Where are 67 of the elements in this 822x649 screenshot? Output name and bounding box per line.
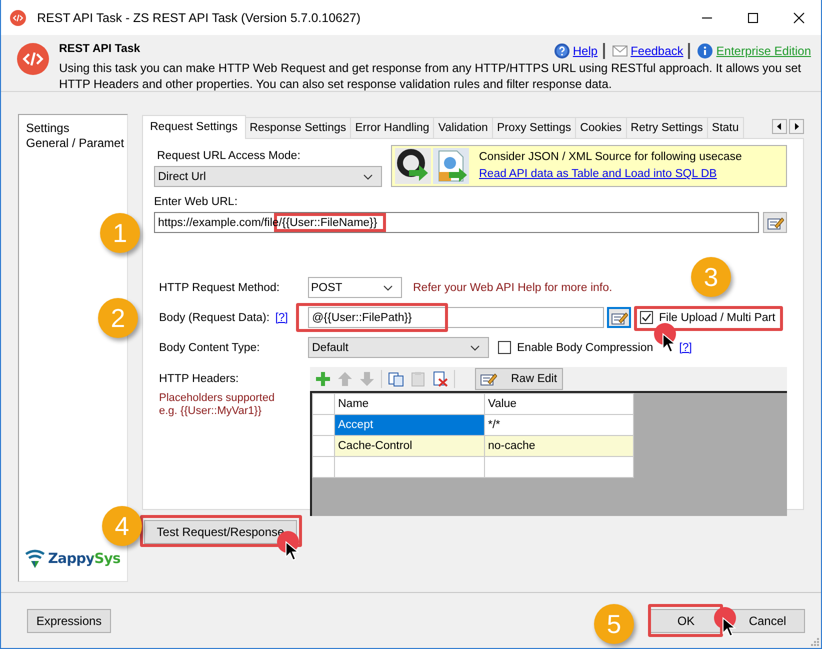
field-label: Enter Web URL: xyxy=(154,195,239,209)
checkbox-label: Enable Body Compression xyxy=(517,342,654,354)
edit-icon xyxy=(479,371,497,387)
tab[interactable]: Statu xyxy=(706,117,744,138)
help-icon xyxy=(554,43,570,59)
expressions-button[interactable]: Expressions xyxy=(27,608,111,632)
info-icon xyxy=(697,43,714,59)
note-text: e.g. {{User::MyVar1}} xyxy=(159,405,263,418)
callout-badge: 5 xyxy=(594,604,634,644)
edit-button[interactable] xyxy=(763,212,787,233)
logo-text: ZappySys xyxy=(48,551,120,567)
column-header[interactable]: Name xyxy=(334,394,484,414)
copy-icon[interactable] xyxy=(388,371,404,387)
scroll-left-icon[interactable] xyxy=(772,118,787,134)
checkmark-icon xyxy=(641,312,652,323)
cancel-button[interactable]: Cancel xyxy=(730,608,805,632)
cursor-icon xyxy=(285,541,299,561)
maximize-icon[interactable] xyxy=(747,12,759,24)
header-title: REST API Task xyxy=(59,43,140,55)
field-label: Request URL Access Mode: xyxy=(157,149,302,163)
cursor-icon xyxy=(722,616,736,636)
field-label: Body (Request Data): xyxy=(159,310,270,324)
chevron-down-icon xyxy=(383,284,393,290)
checkbox[interactable] xyxy=(498,341,511,354)
method-dropdown[interactable]: POST xyxy=(308,277,402,298)
hint-text: Refer your Web API Help for more info. xyxy=(413,282,612,294)
delete-icon[interactable] xyxy=(432,371,448,387)
window-title: REST API Task - ZS REST API Task (Version 5.7.0.10627) xyxy=(37,10,361,24)
checkbox[interactable] xyxy=(640,311,653,324)
header-link[interactable]: Feedback xyxy=(630,44,684,58)
signal-icon xyxy=(24,549,46,569)
sidebar-item[interactable]: General / Paramet xyxy=(26,136,127,151)
field-label: HTTP Headers: xyxy=(159,372,240,386)
xml-file-icon xyxy=(433,148,469,184)
table-cell[interactable]: Accept xyxy=(334,414,484,436)
chevron-down-icon xyxy=(363,174,373,180)
header-description: Using this task you can make HTTP Web Request and get response from any HTTP/HTTPS URL using RESTful approach. It allows you set HTTP Headers and other properties. You can also set response validation rules and filter response data. xyxy=(59,60,802,92)
sidebar-item[interactable]: Settings xyxy=(26,121,127,136)
close-icon[interactable] xyxy=(793,12,805,24)
column-header[interactable]: Value xyxy=(484,394,634,414)
help-link[interactable]: [?] xyxy=(275,310,288,324)
help-link[interactable]: [?] xyxy=(679,342,692,354)
field-label: HTTP Request Method: xyxy=(159,280,281,294)
mail-icon xyxy=(612,43,628,59)
note-text: Placeholders supported xyxy=(159,392,276,405)
content-type-dropdown[interactable]: Default xyxy=(308,337,489,358)
cursor-icon xyxy=(662,333,676,353)
access-mode-dropdown[interactable]: Direct Url xyxy=(154,166,382,187)
promo-link[interactable]: Read API data as Table and Load into SQL DB xyxy=(479,168,717,180)
field-label: Body Content Type: xyxy=(159,340,261,354)
table-cell[interactable]: no-cache xyxy=(484,436,634,456)
app-icon xyxy=(10,10,26,26)
tab[interactable]: Request Settings xyxy=(142,115,246,139)
scroll-right-icon[interactable] xyxy=(789,118,804,134)
header-link[interactable]: Help xyxy=(572,44,598,58)
source-icon xyxy=(395,148,431,184)
ok-button[interactable]: OK xyxy=(650,608,722,632)
promo-text: Consider JSON / XML Source for following usecase xyxy=(479,150,742,165)
checkbox-label: File Upload / Multi Part xyxy=(659,312,776,324)
body-field[interactable]: @{{User::FilePath}} xyxy=(308,307,604,328)
code-icon xyxy=(17,43,49,75)
test-request-button[interactable]: Test Request/Response xyxy=(144,520,297,544)
raw-edit-button[interactable]: Raw Edit xyxy=(475,368,564,390)
edit-button[interactable] xyxy=(607,307,631,328)
chevron-down-icon xyxy=(470,344,480,350)
resize-grip-icon xyxy=(811,638,819,646)
table-cell[interactable]: Cache-Control xyxy=(334,436,484,456)
